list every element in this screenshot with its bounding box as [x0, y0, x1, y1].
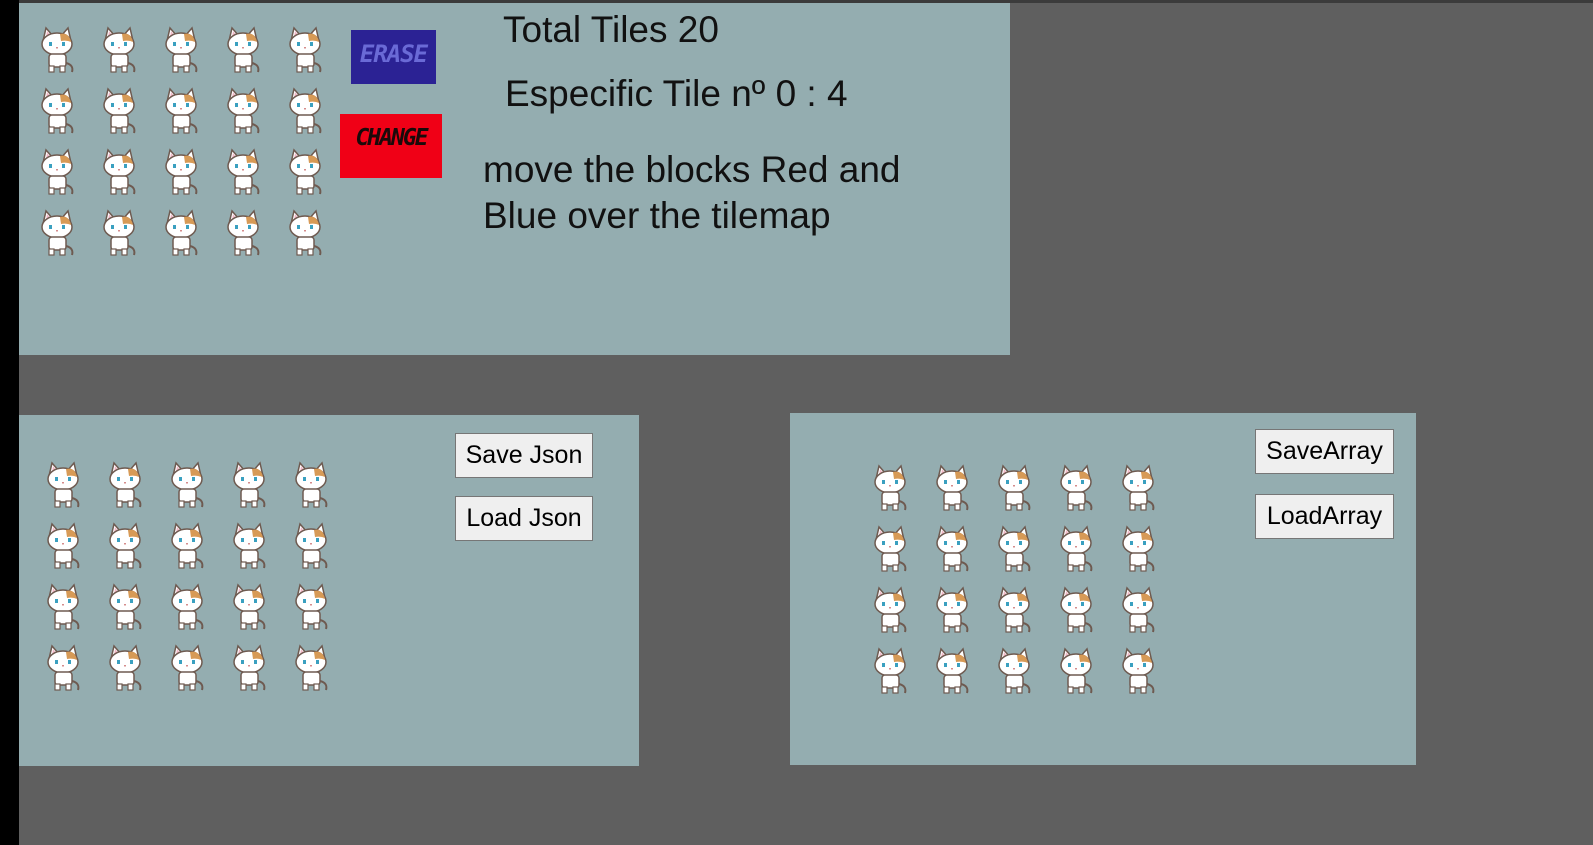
cat-sprite-icon[interactable]: [44, 643, 82, 693]
cat-sprite-icon[interactable]: [933, 463, 971, 513]
cat-sprite-icon[interactable]: [106, 582, 144, 632]
left-black-bar: [0, 0, 19, 845]
cat-sprite-icon[interactable]: [286, 86, 324, 136]
cat-sprite-icon[interactable]: [1057, 646, 1095, 696]
load-json-button[interactable]: Load Json: [455, 496, 593, 541]
cat-sprite-icon[interactable]: [100, 25, 138, 75]
cat-sprite-icon[interactable]: [168, 460, 206, 510]
cat-sprite-icon[interactable]: [871, 585, 909, 635]
cat-sprite-icon[interactable]: [933, 646, 971, 696]
tileset-grid[interactable]: [38, 25, 324, 258]
cat-sprite-icon[interactable]: [995, 585, 1033, 635]
cat-sprite-icon[interactable]: [44, 582, 82, 632]
json-tilemap-panel: Save Json Load Json: [19, 415, 639, 766]
cat-sprite-icon[interactable]: [286, 208, 324, 258]
cat-sprite-icon[interactable]: [38, 208, 76, 258]
cat-sprite-icon[interactable]: [38, 86, 76, 136]
cat-sprite-icon[interactable]: [224, 147, 262, 197]
cat-sprite-icon[interactable]: [292, 521, 330, 571]
cat-sprite-icon[interactable]: [168, 521, 206, 571]
cat-sprite-icon[interactable]: [871, 463, 909, 513]
change-block[interactable]: CHANGE: [340, 114, 442, 178]
cat-sprite-icon[interactable]: [871, 646, 909, 696]
cat-sprite-icon[interactable]: [1119, 646, 1157, 696]
cat-sprite-icon[interactable]: [995, 646, 1033, 696]
cat-sprite-icon[interactable]: [106, 521, 144, 571]
cat-sprite-icon[interactable]: [44, 460, 82, 510]
cat-sprite-icon[interactable]: [286, 147, 324, 197]
cat-sprite-icon[interactable]: [100, 208, 138, 258]
especific-tile-text: Especific Tile nº 0 : 4: [505, 73, 848, 114]
total-tiles-text: Total Tiles 20: [503, 9, 719, 50]
cat-sprite-icon[interactable]: [230, 521, 268, 571]
cat-sprite-icon[interactable]: [292, 460, 330, 510]
cat-sprite-icon[interactable]: [995, 524, 1033, 574]
save-array-button[interactable]: SaveArray: [1255, 429, 1394, 474]
cat-sprite-icon[interactable]: [1119, 585, 1157, 635]
erase-block[interactable]: ERASE: [351, 30, 436, 84]
cat-sprite-icon[interactable]: [1119, 463, 1157, 513]
cat-sprite-icon[interactable]: [162, 208, 200, 258]
cat-sprite-icon[interactable]: [106, 643, 144, 693]
load-array-button[interactable]: LoadArray: [1255, 494, 1394, 539]
cat-sprite-icon[interactable]: [1119, 524, 1157, 574]
cat-sprite-icon[interactable]: [224, 86, 262, 136]
cat-sprite-icon[interactable]: [38, 25, 76, 75]
cat-sprite-icon[interactable]: [224, 25, 262, 75]
json-tilemap-grid[interactable]: [44, 460, 330, 693]
cat-sprite-icon[interactable]: [100, 147, 138, 197]
cat-sprite-icon[interactable]: [995, 463, 1033, 513]
cat-sprite-icon[interactable]: [230, 643, 268, 693]
cat-sprite-icon[interactable]: [286, 25, 324, 75]
array-tilemap-grid[interactable]: [871, 463, 1157, 696]
cat-sprite-icon[interactable]: [44, 521, 82, 571]
array-tilemap-panel: SaveArray LoadArray: [790, 413, 1416, 765]
change-block-label: CHANGE: [355, 125, 428, 151]
cat-sprite-icon[interactable]: [168, 643, 206, 693]
cat-sprite-icon[interactable]: [106, 460, 144, 510]
cat-sprite-icon[interactable]: [1057, 585, 1095, 635]
tileset-panel: ERASE CHANGE Total Tiles 20 Especific Ti…: [19, 3, 1010, 355]
cat-sprite-icon[interactable]: [100, 86, 138, 136]
cat-sprite-icon[interactable]: [1057, 463, 1095, 513]
cat-sprite-icon[interactable]: [230, 582, 268, 632]
instructions-text: move the blocks Red and Blue over the ti…: [483, 149, 901, 236]
cat-sprite-icon[interactable]: [933, 524, 971, 574]
cat-sprite-icon[interactable]: [292, 582, 330, 632]
cat-sprite-icon[interactable]: [230, 460, 268, 510]
cat-sprite-icon[interactable]: [168, 582, 206, 632]
erase-block-label: ERASE: [359, 40, 428, 68]
cat-sprite-icon[interactable]: [871, 524, 909, 574]
cat-sprite-icon[interactable]: [292, 643, 330, 693]
cat-sprite-icon[interactable]: [1057, 524, 1095, 574]
cat-sprite-icon[interactable]: [162, 86, 200, 136]
cat-sprite-icon[interactable]: [224, 208, 262, 258]
save-json-button[interactable]: Save Json: [455, 433, 593, 478]
cat-sprite-icon[interactable]: [162, 25, 200, 75]
cat-sprite-icon[interactable]: [162, 147, 200, 197]
cat-sprite-icon[interactable]: [38, 147, 76, 197]
cat-sprite-icon[interactable]: [933, 585, 971, 635]
